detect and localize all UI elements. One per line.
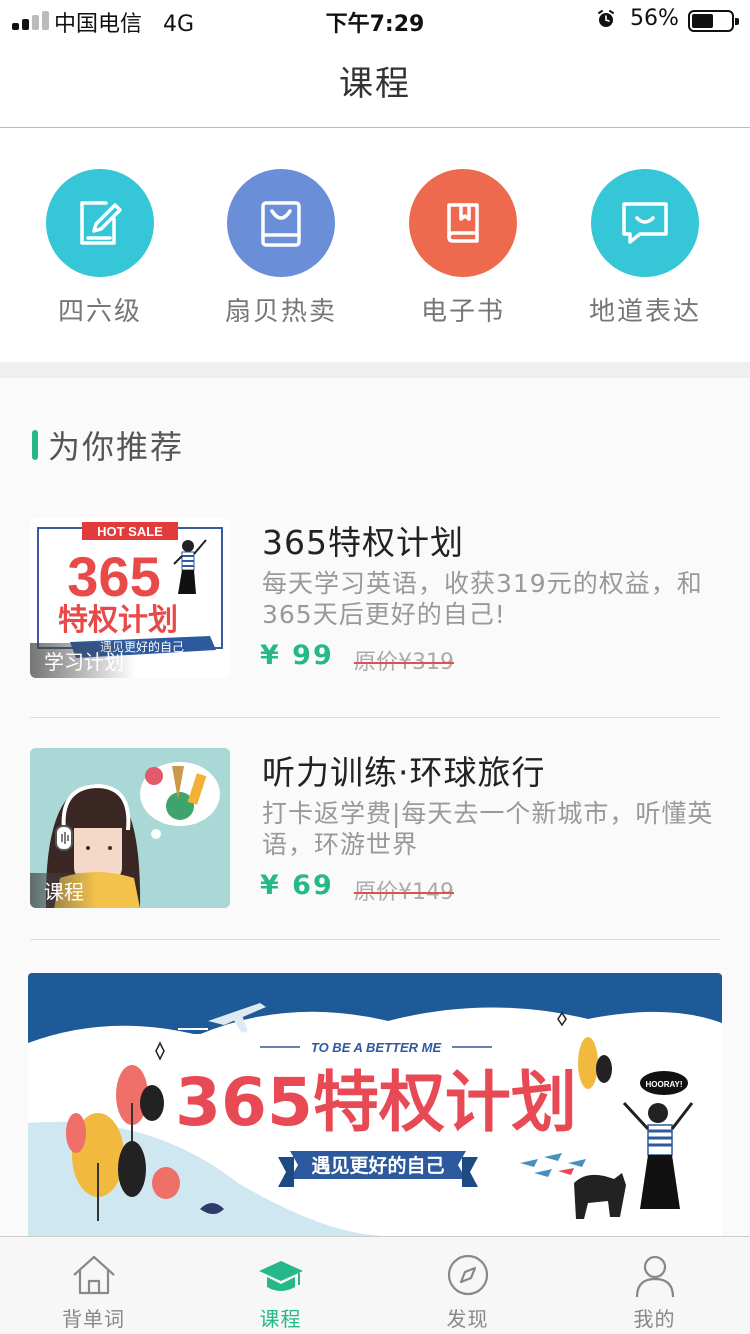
tab-label: 我的 <box>633 1307 676 1331</box>
recommend-section: 为你推荐 HOT SALE 365 特权计划 遇见更好的自己 学习计划 365特… <box>0 378 750 1236</box>
course-tag: 课程 <box>30 873 96 908</box>
course-original-price: 原价¥319 <box>354 650 454 675</box>
alarm-icon <box>598 10 614 27</box>
category-idioms[interactable]: 地道表达 <box>555 169 735 328</box>
thumb-subtitle: 特权计划 <box>58 603 178 638</box>
course-price: ¥ 69 <box>260 870 334 901</box>
nav-bar: 课程 <box>0 40 750 128</box>
book-icon <box>409 169 517 277</box>
course-tag: 学习计划 <box>30 643 136 678</box>
banner-hooray: HOORAY! <box>645 1080 682 1089</box>
category-cet46[interactable]: 四六级 <box>10 169 190 328</box>
status-bar: 中国电信 4G 下午7:29 56% <box>0 0 750 40</box>
banner-title: 365特权计划 <box>175 1064 577 1141</box>
tab-courses[interactable]: 课程 <box>187 1237 374 1334</box>
section-title: 为你推荐 <box>32 422 184 468</box>
promo-banner[interactable]: TO BE A BETTER ME 365特权计划 遇见更好的自己 HOORAY… <box>28 973 722 1236</box>
tab-label: 发现 <box>446 1307 489 1331</box>
tab-discover[interactable]: 发现 <box>374 1237 561 1334</box>
section-title-marker <box>32 430 38 460</box>
tab-vocabulary[interactable]: 背单词 <box>0 1237 187 1334</box>
course-title: 听力训练·环球旅行 <box>262 753 546 792</box>
banner-ribbon: 遇见更好的自己 <box>311 1154 444 1177</box>
hot-sale-label: HOT SALE <box>97 524 163 539</box>
category-label: 电子书 <box>420 297 505 327</box>
tab-profile[interactable]: 我的 <box>561 1237 748 1334</box>
section-divider <box>0 362 750 378</box>
course-item[interactable]: HOT SALE 365 特权计划 遇见更好的自己 学习计划 365特权计划 每… <box>30 518 720 718</box>
pencil-note-icon <box>46 169 154 277</box>
course-price: ¥ 99 <box>260 640 334 671</box>
course-thumbnail: 课程 <box>30 748 230 908</box>
battery-percentage: 56% <box>630 6 679 31</box>
tab-bar: 背单词 课程 发现 我的 <box>0 1236 750 1334</box>
page-title: 课程 <box>339 64 411 104</box>
365-plan-banner-image: TO BE A BETTER ME 365特权计划 遇见更好的自己 HOORAY… <box>28 973 722 1236</box>
graduation-cap-icon <box>259 1261 303 1291</box>
course-thumbnail: HOT SALE 365 特权计划 遇见更好的自己 学习计划 <box>30 518 230 678</box>
compass-icon <box>447 1254 489 1296</box>
course-description: 每天学习英语，收获319元的权益，和365天后更好的自己! <box>262 569 703 629</box>
category-grid: 四六级 扇贝热卖 电子书 地道表达 <box>0 129 750 362</box>
course-title: 365特权计划 <box>262 523 464 562</box>
chat-bubble-icon <box>591 169 699 277</box>
banner-tagline: TO BE A BETTER ME <box>311 1040 442 1055</box>
thumb-365-text: 365 <box>67 545 160 608</box>
category-label: 扇贝热卖 <box>224 297 337 327</box>
category-label: 四六级 <box>57 297 142 327</box>
course-original-price: 原价¥149 <box>354 880 454 905</box>
user-icon <box>635 1255 675 1298</box>
tab-label: 课程 <box>259 1307 302 1331</box>
shopping-bag-icon <box>227 169 335 277</box>
section-title-text: 为你推荐 <box>48 428 185 466</box>
tab-label: 背单词 <box>62 1307 125 1331</box>
category-label: 地道表达 <box>588 297 701 327</box>
course-item[interactable]: 课程 听力训练·环球旅行 打卡返学费|每天去一个新城市，听懂英语，环游世界 ¥ … <box>30 748 720 940</box>
battery-icon <box>688 10 739 32</box>
home-icon <box>73 1255 115 1295</box>
course-description: 打卡返学费|每天去一个新城市，听懂英语，环游世界 <box>262 799 714 859</box>
category-hot-sale[interactable]: 扇贝热卖 <box>191 169 371 328</box>
category-ebook[interactable]: 电子书 <box>373 169 553 328</box>
